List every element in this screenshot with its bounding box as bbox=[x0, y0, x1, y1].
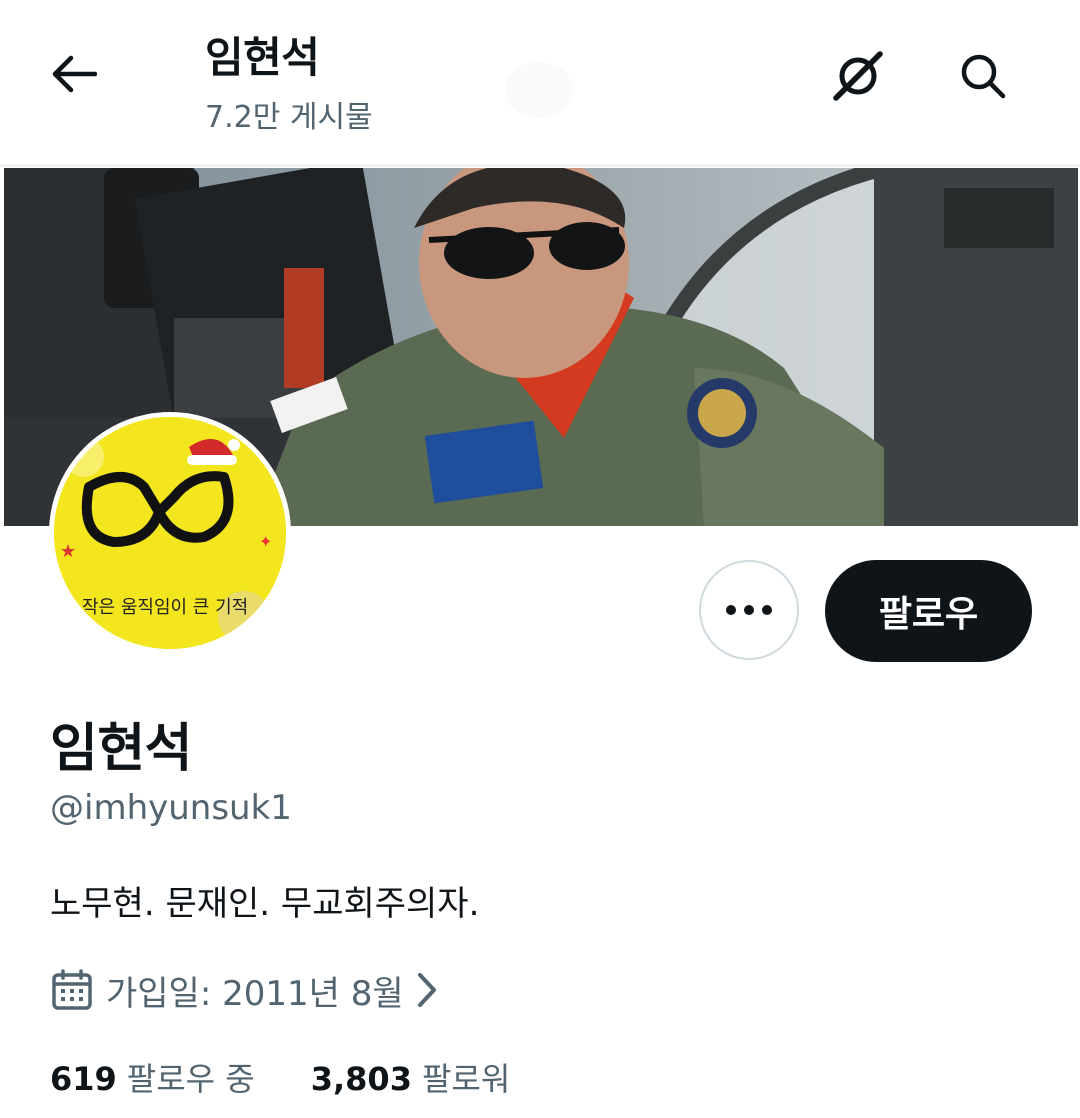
more-horizontal-icon bbox=[726, 605, 772, 615]
joined-date: 가입일: 2011년 8월 bbox=[106, 973, 404, 1014]
followers-label: 팔로워 bbox=[421, 1060, 511, 1098]
top-bar: 임현석 7.2만 게시물 bbox=[0, 0, 1080, 164]
header-divider bbox=[0, 164, 1080, 167]
arrow-left-icon bbox=[52, 55, 97, 93]
search-button[interactable] bbox=[951, 44, 1015, 108]
post-count: 7.2만 게시물 bbox=[205, 100, 373, 135]
more-options-button[interactable] bbox=[699, 560, 799, 660]
search-icon bbox=[961, 54, 1006, 99]
following-count: 619 bbox=[50, 1060, 117, 1098]
follow-stats: 619 팔로우 중 3,803 팔로워 bbox=[50, 1054, 510, 1100]
header-title: 임현석 bbox=[205, 33, 320, 82]
profile-bio: 노무현. 문재인. 무교회주의자. bbox=[50, 884, 480, 924]
profile-avatar[interactable]: ★ ✦ 작은 움직임이 큰 기적 bbox=[49, 412, 291, 654]
followers-link[interactable]: 3,803 팔로워 bbox=[311, 1054, 511, 1100]
back-button[interactable] bbox=[44, 44, 104, 104]
loading-indicator bbox=[505, 62, 573, 118]
calendar-icon bbox=[52, 969, 92, 1010]
joined-date-link[interactable]: 가입일: 2011년 8월 bbox=[50, 962, 438, 1018]
chevron-right-icon bbox=[416, 971, 438, 1009]
following-label: 팔로우 중 bbox=[126, 1060, 255, 1098]
following-link[interactable]: 619 팔로우 중 bbox=[50, 1054, 255, 1100]
grok-button[interactable] bbox=[826, 44, 890, 108]
grok-icon bbox=[833, 51, 883, 101]
followers-count: 3,803 bbox=[310, 1060, 412, 1098]
svg-text:★: ★ bbox=[60, 541, 76, 562]
display-name: 임현석 bbox=[50, 719, 193, 779]
svg-text:✦: ✦ bbox=[259, 532, 272, 551]
username-handle: @imhyunsuk1 bbox=[50, 788, 292, 828]
follow-button[interactable]: 팔로우 bbox=[825, 560, 1032, 662]
avatar-image: ★ ✦ 작은 움직임이 큰 기적 bbox=[54, 417, 286, 649]
avatar-caption: 작은 움직임이 큰 기적 bbox=[82, 597, 249, 618]
